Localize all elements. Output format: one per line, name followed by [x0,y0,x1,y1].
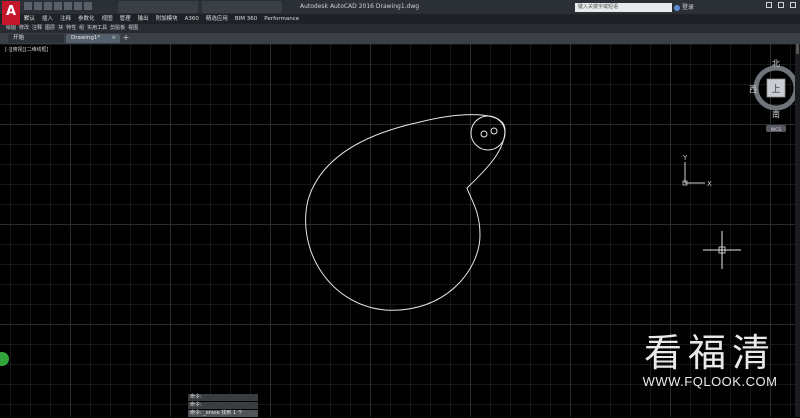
watermark: 看福清 WWW.FQLOOK.COM [640,332,780,389]
viewcube-face-label[interactable]: 上 [771,84,780,95]
watermark-chinese: 看福清 [643,331,776,375]
crosshair-cursor [703,231,741,269]
wcs-menu[interactable]: WCS [771,127,782,133]
viewcube[interactable] [753,65,799,132]
ucs-icon [682,162,705,186]
ucs-x-label: X [707,180,712,188]
compass-south[interactable]: 南 [772,109,780,119]
command-history-line: 命令: [188,402,258,409]
scrollbar-thumb[interactable] [796,44,799,54]
compass-west[interactable]: 西 [749,85,757,94]
drawn-circle-small-1[interactable] [480,130,488,138]
drawn-circle-large[interactable] [470,115,506,151]
compass-north[interactable]: 北 [772,59,780,68]
ucs-y-label: Y [682,154,688,162]
drawn-circle-small-2[interactable] [490,127,498,135]
watermark-url: WWW.FQLOOK.COM [642,374,778,389]
vertical-scrollbar[interactable] [795,44,800,417]
command-input[interactable]: 命令: _erase 找到 1 个 [188,410,258,417]
command-line: 命令: 命令: 命令: _erase 找到 1 个 [188,394,258,418]
application-menu-button[interactable]: A [2,1,20,25]
command-history-line: 命令: [188,394,258,401]
